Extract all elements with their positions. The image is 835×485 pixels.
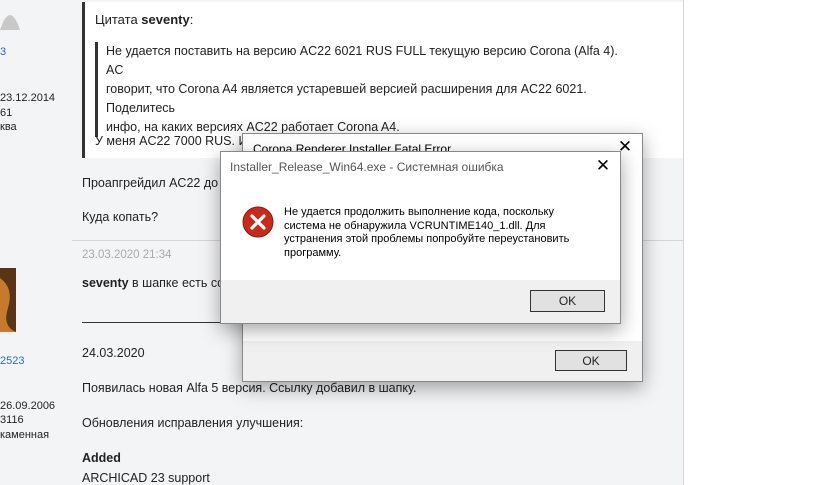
profile-column: 3 23.12.2014 61 ква 2523 26.09.2006 3116… [0,0,72,485]
user-messages: 61 [0,107,13,119]
avatar[interactable] [0,268,16,332]
post-author-mention[interactable]: seventy [82,276,129,290]
user-location: ква [0,121,17,133]
quote-header: Цитата seventy: [95,12,193,27]
user-location: каменная [0,429,50,441]
post-text: Появилась новая Alfa 5 версия. Ссылку до… [82,381,417,395]
quote-label: Цитата [95,12,138,27]
post-date-line: 24.03.2020 [82,346,145,360]
quote-line: Не удается поставить на версию AC22 6021… [106,44,618,77]
added-heading: Added [82,451,121,465]
close-icon[interactable]: ✕ [592,155,614,177]
user-messages: 3116 [0,414,24,426]
post-text: Обновления исправления улучшения: [82,416,304,430]
quote-author[interactable]: seventy [141,12,189,27]
quote-line: говорит, что Corona A4 является устаревш… [106,82,587,115]
post-text: seventy в шапке есть ссь [82,276,230,290]
avatar[interactable] [0,0,20,32]
post-text: Проапгрейдил AC22 до 7 [82,176,229,190]
ok-button[interactable]: OK [555,350,627,371]
system-error-dialog[interactable]: Installer_Release_Win64.exe - Системная … [220,151,621,324]
signature-divider [82,322,222,323]
user-post-count[interactable]: 2523 [0,355,24,367]
ok-button[interactable]: OK [530,290,605,312]
error-icon [242,206,274,238]
user-join-date: 23.12.2014 [0,92,56,104]
column-divider [683,0,684,485]
user-post-count[interactable]: 3 [0,46,6,58]
quote-tail: У меня AC22 7000 RUS. И [95,134,248,148]
error-message: Не удается продолжить выполнение кода, п… [284,206,570,259]
added-item: ARCHICAD 23 support [82,471,210,485]
user-join-date: 26.09.2006 [0,400,56,412]
post-text-fragment: в шапке есть ссь [132,276,230,290]
post-text: Куда копать? [82,210,159,224]
dialog-title: Installer_Release_Win64.exe - Системная … [230,160,504,174]
nested-quote: Не удается поставить на версию AC22 6021… [95,42,636,137]
post-date: 23.03.2020 21:34 [82,249,172,261]
quote-suffix: : [189,12,194,27]
